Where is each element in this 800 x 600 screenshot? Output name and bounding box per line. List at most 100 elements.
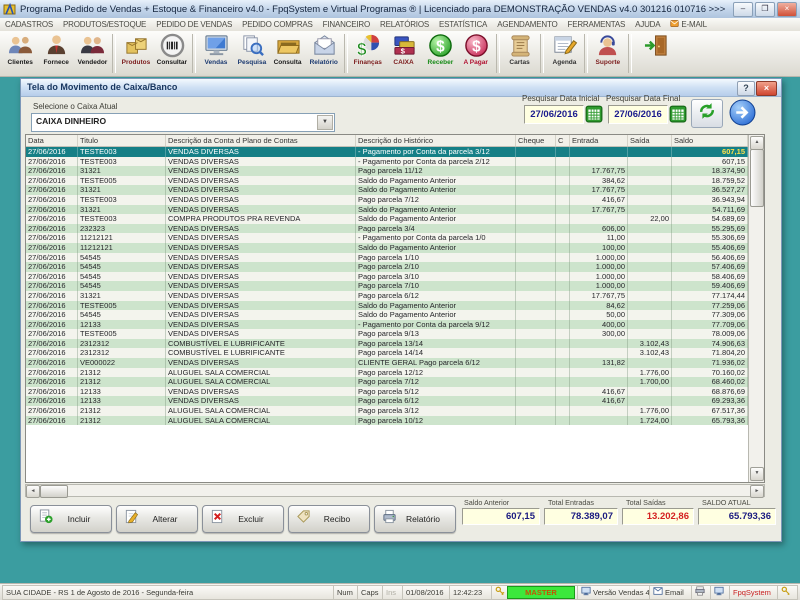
toolbar-button-finan-as[interactable]: $Finanças xyxy=(350,31,386,76)
toolbar-button-produtos[interactable]: Produtos xyxy=(118,31,154,76)
toolbar-button-consultar[interactable]: Consultar xyxy=(154,31,190,76)
column-header-c[interactable]: C xyxy=(556,135,570,146)
vertical-scrollbar[interactable]: ▲ ▼ xyxy=(748,135,764,482)
table-row[interactable]: 27/06/2016232323VENDAS DIVERSASPago parc… xyxy=(26,224,749,234)
recibo-button[interactable]: Recibo xyxy=(288,505,370,533)
search-refresh-button[interactable] xyxy=(691,99,723,128)
menu-item-financeiro[interactable]: FINANCEIRO xyxy=(318,20,375,29)
close-button[interactable]: × xyxy=(777,2,797,17)
toolbar-button-pesquisa[interactable]: Pesquisa xyxy=(234,31,270,76)
toolbar-button-caixa[interactable]: $CAIXA xyxy=(386,31,422,76)
toolbar-button-relat-rio[interactable]: Relatório xyxy=(306,31,342,76)
table-row[interactable]: 27/06/2016VE000022VENDAS DIVERSASCLIENTE… xyxy=(26,358,749,368)
toolbar-button-label: Finanças xyxy=(354,59,382,66)
menu-item-relat-rios[interactable]: RELATÓRIOS xyxy=(375,20,434,29)
column-header-cheque[interactable]: Cheque xyxy=(516,135,556,146)
minimize-button[interactable]: – xyxy=(733,2,753,17)
status-email[interactable]: Email xyxy=(649,585,693,600)
status-printer[interactable] xyxy=(691,585,712,600)
table-row[interactable]: 27/06/201611212121VENDAS DIVERSASSaldo d… xyxy=(26,243,749,253)
scroll-down-icon[interactable]: ▼ xyxy=(750,467,764,481)
scroll-right-icon[interactable]: ► xyxy=(750,485,764,498)
menu-item-estat-stica[interactable]: ESTATÍSTICA xyxy=(434,20,492,29)
toolbar-button-clientes[interactable]: Clientes xyxy=(2,31,38,76)
data-final-field[interactable]: 27/06/2016 xyxy=(608,105,668,124)
table-row[interactable]: 27/06/201621312ALUGUEL SALA COMERCIALPag… xyxy=(26,406,749,416)
relatorio-button[interactable]: Relatório xyxy=(374,505,456,533)
caixa-select[interactable]: CAIXA DINHEIRO ▼ xyxy=(31,113,335,132)
scroll-left-icon[interactable]: ◄ xyxy=(26,485,40,498)
menu-item-agendamento[interactable]: AGENDAMENTO xyxy=(492,20,562,29)
table-row[interactable]: 27/06/2016TESTE005VENDAS DIVERSASSaldo d… xyxy=(26,176,749,186)
table-row[interactable]: 27/06/20162312312COMBUSTÍVEL E LUBRIFICA… xyxy=(26,339,749,349)
column-header-entrada[interactable]: Entrada xyxy=(570,135,628,146)
table-row[interactable]: 27/06/201654545VENDAS DIVERSASPago parce… xyxy=(26,262,749,272)
menu-item-pedido-compras[interactable]: PEDIDO COMPRAS xyxy=(237,20,318,29)
calendar-inicial-button[interactable] xyxy=(585,105,603,123)
dialog-close-button[interactable]: × xyxy=(756,81,777,96)
chevron-down-icon[interactable]: ▼ xyxy=(317,115,333,130)
column-header-data[interactable]: Data xyxy=(26,135,78,146)
column-header-historico[interactable]: Descrição do Histórico xyxy=(356,135,516,146)
go-search-button[interactable] xyxy=(729,99,756,126)
table-row[interactable]: 27/06/201611212121VENDAS DIVERSAS- Pagam… xyxy=(26,233,749,243)
toolbar-button-cartas[interactable]: Cartas xyxy=(502,31,538,76)
status-terminal[interactable] xyxy=(710,585,731,600)
column-header-saida[interactable]: Saída xyxy=(628,135,672,146)
menu-item-pedido-de-vendas[interactable]: PEDIDO DE VENDAS xyxy=(151,20,237,29)
table-row[interactable]: 27/06/201654545VENDAS DIVERSASSaldo do P… xyxy=(26,310,749,320)
table-row[interactable]: 27/06/20162312312COMBUSTÍVEL E LUBRIFICA… xyxy=(26,348,749,358)
toolbar-button-fornece[interactable]: Fornece xyxy=(38,31,74,76)
menu-item-ferramentas[interactable]: FERRAMENTAS xyxy=(563,20,631,29)
toolbar-separator xyxy=(496,34,500,73)
table-row[interactable]: 27/06/2016TESTE003VENDAS DIVERSASPago pa… xyxy=(26,195,749,205)
menu-item-ajuda[interactable]: AJUDA xyxy=(630,20,665,29)
table-row[interactable]: 27/06/2016TESTE003COMPRA PRODUTOS PRA RE… xyxy=(26,214,749,224)
table-row[interactable]: 27/06/201631321VENDAS DIVERSASSaldo do P… xyxy=(26,185,749,195)
table-row[interactable]: 27/06/2016TESTE003VENDAS DIVERSAS- Pagam… xyxy=(26,147,749,157)
table-row[interactable]: 27/06/201631321VENDAS DIVERSASPago parce… xyxy=(26,166,749,176)
toolbar-button-exit[interactable] xyxy=(634,31,678,76)
column-header-conta[interactable]: Descrição da Conta d Plano de Contas xyxy=(166,135,356,146)
table-row[interactable]: 27/06/201621312ALUGUEL SALA COMERCIALPag… xyxy=(26,416,749,426)
horizontal-scroll-thumb[interactable] xyxy=(40,485,68,498)
table-row[interactable]: 27/06/201612133VENDAS DIVERSAS- Pagament… xyxy=(26,320,749,330)
table-row[interactable]: 27/06/201612133VENDAS DIVERSASPago parce… xyxy=(26,396,749,406)
menu-item-produtos-estoque[interactable]: PRODUTOS/ESTOQUE xyxy=(58,20,151,29)
table-row[interactable]: 27/06/2016TESTE005VENDAS DIVERSASSaldo d… xyxy=(26,301,749,311)
toolbar-button-vendas[interactable]: Vendas xyxy=(198,31,234,76)
column-header-saldo[interactable]: Saldo xyxy=(672,135,748,146)
maximize-button[interactable]: ❐ xyxy=(755,2,775,17)
toolbar-button-suporte[interactable]: Suporte xyxy=(590,31,626,76)
cell-historico: CLIENTE GERAL Pago parcela 6/12 xyxy=(356,358,516,368)
toolbar-button-receber[interactable]: $Receber xyxy=(422,31,458,76)
table-row[interactable]: 27/06/2016TESTE003VENDAS DIVERSAS- Pagam… xyxy=(26,157,749,167)
toolbar-button-vendedor[interactable]: Vendedor xyxy=(74,31,110,76)
data-inicial-field[interactable]: 27/06/2016 xyxy=(524,105,584,124)
calendar-final-button[interactable] xyxy=(669,105,687,123)
table-row[interactable]: 27/06/201654545VENDAS DIVERSASPago parce… xyxy=(26,253,749,263)
vertical-scroll-thumb[interactable] xyxy=(750,149,764,207)
table-row[interactable]: 27/06/201621312ALUGUEL SALA COMERCIALPag… xyxy=(26,368,749,378)
table-row[interactable]: 27/06/201654545VENDAS DIVERSASPago parce… xyxy=(26,272,749,282)
table-row[interactable]: 27/06/2016TESTE005VENDAS DIVERSASPago pa… xyxy=(26,329,749,339)
toolbar-button-consulta[interactable]: Consulta xyxy=(270,31,306,76)
toolbar-button-label: Cartas xyxy=(510,59,530,66)
table-row[interactable]: 27/06/201654545VENDAS DIVERSASPago parce… xyxy=(26,281,749,291)
table-row[interactable]: 27/06/201631321VENDAS DIVERSASSaldo do P… xyxy=(26,205,749,215)
menu-item-cadastros[interactable]: CADASTROS xyxy=(0,20,58,29)
dialog-help-button[interactable]: ? xyxy=(737,81,755,96)
incluir-button[interactable]: Incluir xyxy=(30,505,112,533)
scroll-up-icon[interactable]: ▲ xyxy=(750,136,764,150)
alterar-button[interactable]: Alterar xyxy=(116,505,198,533)
table-row[interactable]: 27/06/201612133VENDAS DIVERSASPago parce… xyxy=(26,387,749,397)
cell-historico: Saldo do Pagamento Anterior xyxy=(356,185,516,195)
horizontal-scrollbar[interactable]: ◄ ► xyxy=(25,484,765,497)
toolbar-button-agenda[interactable]: Agenda xyxy=(546,31,582,76)
table-row[interactable]: 27/06/201631321VENDAS DIVERSASPago parce… xyxy=(26,291,749,301)
column-header-titulo[interactable]: Titulo xyxy=(78,135,166,146)
toolbar-button-a-pagar[interactable]: $A Pagar xyxy=(458,31,494,76)
table-row[interactable]: 27/06/201621312ALUGUEL SALA COMERCIALPag… xyxy=(26,377,749,387)
menu-item-e-mail[interactable]: E-MAIL xyxy=(665,19,711,30)
excluir-button[interactable]: Excluir xyxy=(202,505,284,533)
